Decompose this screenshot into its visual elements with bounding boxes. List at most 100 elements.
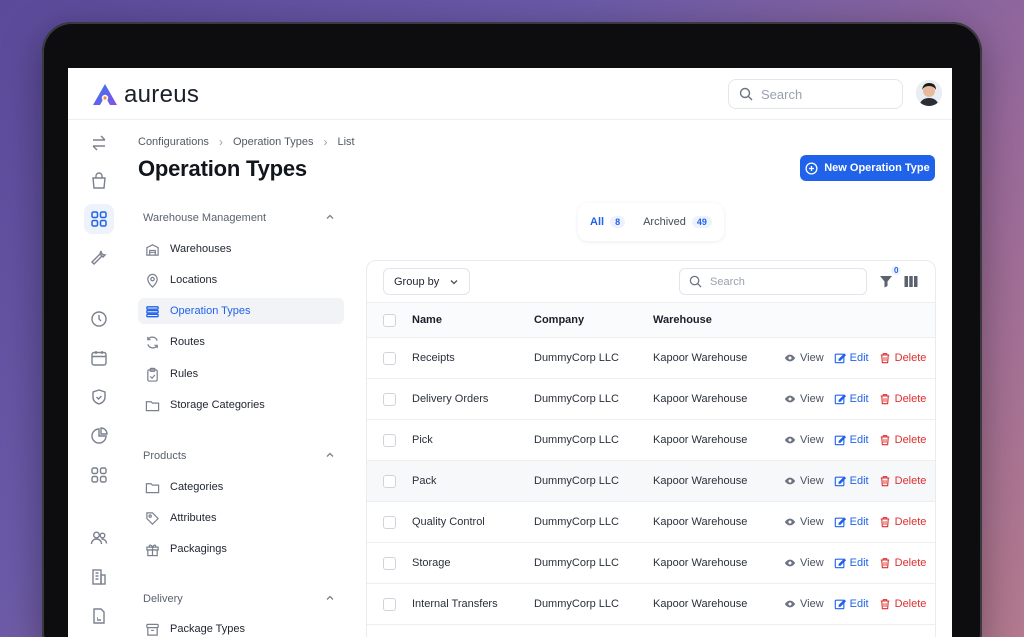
column-header-warehouse[interactable]: Warehouse bbox=[653, 303, 712, 337]
table-row[interactable]: Delivery Orders DummyCorp LLC Kapoor War… bbox=[367, 379, 935, 420]
delete-button[interactable]: Delete bbox=[879, 475, 926, 487]
folder-icon bbox=[144, 479, 160, 495]
row-checkbox[interactable] bbox=[383, 515, 396, 529]
columns-icon[interactable] bbox=[904, 275, 918, 288]
nav-item-storage-categories[interactable]: Storage Categories bbox=[138, 392, 344, 418]
logo[interactable]: aureus bbox=[92, 81, 199, 109]
nav-group-warehouse-management[interactable]: Warehouse Management bbox=[143, 212, 335, 224]
shield-icon bbox=[92, 389, 106, 405]
delete-button[interactable]: Delete bbox=[879, 352, 927, 364]
cell-company: DummyCorp LLC bbox=[534, 352, 619, 364]
delete-label: Delete bbox=[894, 352, 927, 364]
row-checkbox-cell bbox=[383, 338, 396, 378]
folder-icon bbox=[144, 397, 160, 413]
delete-button[interactable]: Delete bbox=[879, 598, 926, 610]
row-checkbox[interactable] bbox=[383, 392, 396, 406]
nav-item-routes[interactable]: Routes bbox=[138, 329, 344, 355]
delete-button[interactable]: Delete bbox=[879, 516, 926, 528]
view-button[interactable]: View bbox=[784, 516, 824, 528]
view-button[interactable]: View bbox=[784, 475, 824, 487]
nav-item-package-types[interactable]: Package Types bbox=[138, 616, 344, 637]
nav-group-products[interactable]: Products bbox=[143, 450, 335, 462]
edit-button[interactable]: Edit bbox=[834, 475, 869, 487]
nav-item-locations[interactable]: Locations bbox=[138, 267, 344, 293]
cell-name: Pick bbox=[412, 434, 433, 446]
nav-item-label: Categories bbox=[170, 481, 224, 493]
edit-button[interactable]: Edit bbox=[834, 557, 869, 569]
nav-group-delivery[interactable]: Delivery bbox=[143, 593, 335, 605]
tab-all[interactable]: All 8 bbox=[590, 216, 626, 228]
trash-icon bbox=[880, 599, 889, 610]
nav-item-warehouses[interactable]: Warehouses bbox=[138, 236, 344, 262]
nav-item-operation-types[interactable]: Operation Types bbox=[138, 298, 344, 324]
nav-item-categories[interactable]: Categories bbox=[138, 474, 344, 500]
view-button[interactable]: View bbox=[784, 557, 824, 569]
nav-item-label: Operation Types bbox=[170, 305, 251, 317]
column-header-company[interactable]: Company bbox=[534, 303, 584, 337]
row-checkbox[interactable] bbox=[383, 433, 396, 447]
view-button[interactable]: View bbox=[784, 393, 824, 405]
rail-item-contacts[interactable] bbox=[84, 523, 114, 553]
rail-item-documents[interactable] bbox=[84, 601, 114, 631]
row-actions: View Edit Delete bbox=[784, 338, 926, 378]
rail-item-company[interactable] bbox=[84, 562, 114, 592]
nav-item-attributes[interactable]: Attributes bbox=[138, 505, 344, 531]
rail-item-security[interactable] bbox=[84, 382, 114, 412]
tab-archived[interactable]: Archived 49 bbox=[643, 216, 712, 228]
row-checkbox[interactable] bbox=[383, 597, 396, 611]
edit-icon bbox=[834, 353, 846, 364]
delete-button[interactable]: Delete bbox=[879, 557, 926, 569]
rail-item-settings[interactable] bbox=[84, 242, 114, 272]
edit-button[interactable]: Edit bbox=[834, 434, 869, 446]
new-operation-type-button[interactable]: New Operation Type bbox=[800, 155, 935, 181]
table-row[interactable]: Storage DummyCorp LLC Kapoor Warehouse V… bbox=[367, 543, 935, 584]
delete-button[interactable]: Delete bbox=[879, 434, 926, 446]
rail-item-calendar[interactable] bbox=[84, 343, 114, 373]
row-checkbox[interactable] bbox=[383, 351, 396, 365]
row-checkbox[interactable] bbox=[383, 556, 396, 570]
table-row[interactable]: Internal Transfers DummyCorp LLC Kapoor … bbox=[367, 584, 935, 625]
row-checkbox[interactable] bbox=[383, 474, 396, 488]
cell-company: DummyCorp LLC bbox=[534, 557, 619, 569]
edit-button[interactable]: Edit bbox=[834, 352, 869, 364]
row-actions: View Edit Delete bbox=[784, 502, 926, 542]
breadcrumb-item[interactable]: Configurations bbox=[138, 136, 209, 148]
filter-icon[interactable] bbox=[879, 274, 893, 288]
table-row[interactable]: Receipts DummyCorp LLC Kapoor Warehouse … bbox=[367, 338, 935, 379]
rail-item-apps[interactable] bbox=[84, 460, 114, 490]
edit-button[interactable]: Edit bbox=[834, 393, 869, 405]
view-button[interactable]: View bbox=[784, 598, 824, 610]
document-icon bbox=[93, 608, 105, 624]
delete-button[interactable]: Delete bbox=[879, 393, 926, 405]
view-button[interactable]: View bbox=[784, 352, 824, 364]
nav-item-rules[interactable]: Rules bbox=[138, 361, 344, 387]
breadcrumb-item[interactable]: Operation Types bbox=[233, 136, 314, 148]
row-checkbox-cell bbox=[383, 379, 396, 419]
nav-item-packagings[interactable]: Packagings bbox=[138, 536, 344, 562]
rail-item-sales[interactable] bbox=[84, 166, 114, 196]
column-header-name[interactable]: Name bbox=[412, 303, 442, 337]
select-all-checkbox[interactable] bbox=[383, 313, 396, 327]
rail-item-time[interactable] bbox=[84, 304, 114, 334]
rail-item-reports[interactable] bbox=[84, 421, 114, 451]
rail-item-switch[interactable] bbox=[84, 128, 114, 158]
global-search-input[interactable]: Search bbox=[728, 79, 903, 109]
view-label: View bbox=[800, 475, 824, 487]
avatar[interactable] bbox=[916, 80, 942, 106]
search-icon bbox=[739, 87, 753, 101]
edit-label: Edit bbox=[849, 516, 869, 528]
cell-name: Internal Transfers bbox=[412, 598, 498, 610]
edit-button[interactable]: Edit bbox=[834, 516, 869, 528]
table-row[interactable]: Pack DummyCorp LLC Kapoor Warehouse View… bbox=[367, 461, 935, 502]
view-button[interactable]: View bbox=[784, 434, 824, 446]
cell-company: DummyCorp LLC bbox=[534, 434, 619, 446]
new-operation-type-label: New Operation Type bbox=[824, 162, 930, 174]
group-by-select[interactable]: Group by bbox=[383, 268, 470, 295]
table-row[interactable]: Quality Control DummyCorp LLC Kapoor War… bbox=[367, 502, 935, 543]
edit-button[interactable]: Edit bbox=[834, 598, 869, 610]
rail-item-inventory[interactable] bbox=[84, 204, 114, 234]
icon-rail bbox=[68, 120, 130, 637]
row-actions: View Edit Delete bbox=[784, 543, 926, 583]
table-search-input[interactable]: Search bbox=[679, 268, 867, 295]
table-row[interactable]: Pick DummyCorp LLC Kapoor Warehouse View… bbox=[367, 420, 935, 461]
